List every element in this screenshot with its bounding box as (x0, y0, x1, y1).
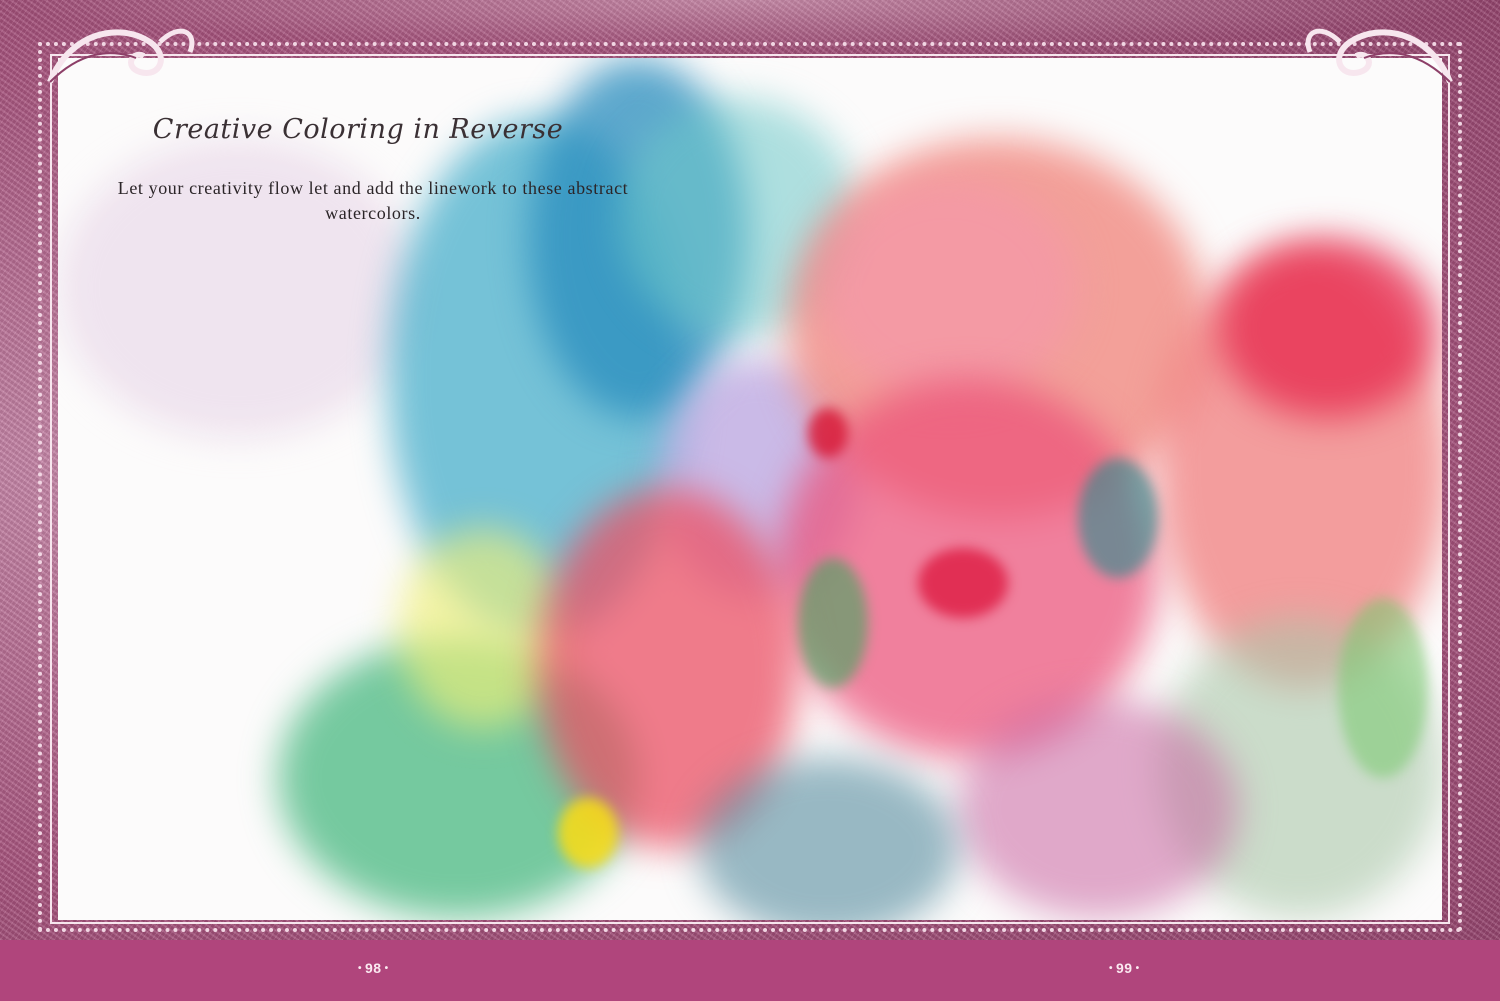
bullet: • (1109, 963, 1114, 974)
page-number-value: 98 (365, 960, 382, 976)
page-number-left: • 98 • (355, 960, 392, 976)
bullet: • (358, 963, 363, 974)
page-title: Creative Coloring in Reverse (152, 114, 564, 145)
scroll-ornament-left-icon (47, 28, 195, 84)
bullet: • (1135, 963, 1140, 974)
scroll-ornament-right-icon (1305, 28, 1453, 84)
footer-bar (0, 940, 1500, 1001)
page-number-right: • 99 • (1106, 960, 1143, 976)
page-number-value: 99 (1116, 960, 1133, 976)
bullet: • (384, 963, 389, 974)
instruction-text: Let your creativity flow let and add the… (117, 178, 629, 223)
